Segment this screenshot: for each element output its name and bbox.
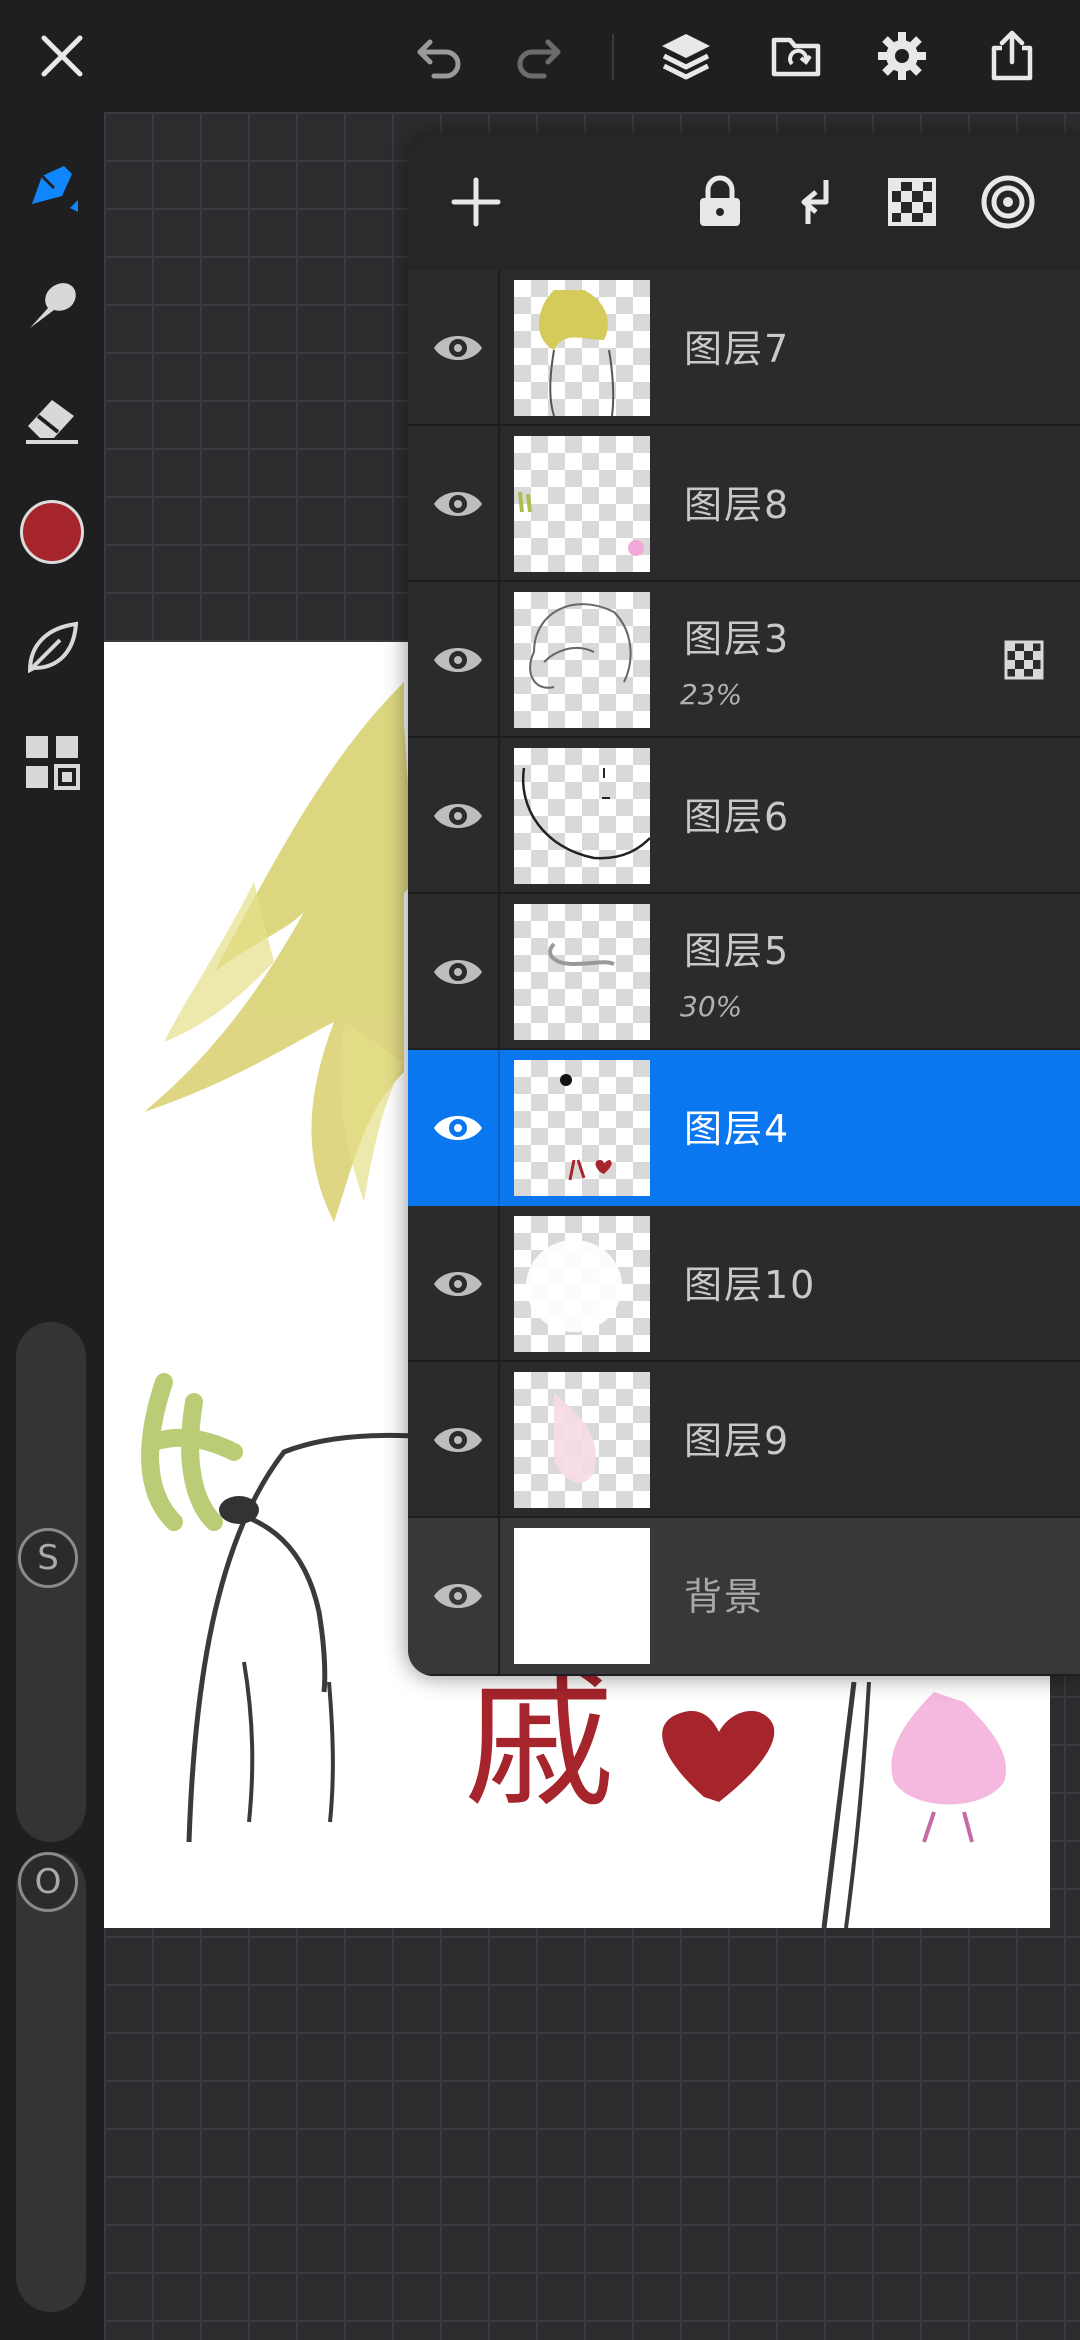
layer-name: 图层7 xyxy=(684,327,791,371)
row-divider xyxy=(498,894,500,1048)
layers-icon[interactable] xyxy=(652,22,720,90)
visibility-eye-icon[interactable] xyxy=(424,1250,492,1318)
layer-thumbnail xyxy=(514,592,650,728)
row-divider xyxy=(498,1362,500,1516)
layer-row-9[interactable]: 图层9 xyxy=(408,1362,1080,1518)
brush-size-slider[interactable]: S xyxy=(16,1322,86,1842)
layer-name: 图层8 xyxy=(684,483,791,527)
clipping-mask-icon[interactable] xyxy=(974,168,1042,236)
layer-name: 图层3 xyxy=(684,617,791,661)
smudge-icon[interactable] xyxy=(14,266,90,342)
layer-thumbnail xyxy=(514,1372,650,1508)
visibility-eye-icon[interactable] xyxy=(424,626,492,694)
layer-row-6[interactable]: 图层6 xyxy=(408,738,1080,894)
layer-opacity: 23% xyxy=(680,678,743,711)
layer-name: 图层4 xyxy=(684,1107,791,1151)
row-divider xyxy=(498,426,500,580)
layer-row-4-selected[interactable]: 图层4 xyxy=(408,1050,1080,1206)
layer-thumbnail xyxy=(514,1060,650,1196)
add-layer-icon[interactable] xyxy=(442,168,510,236)
sketch-character: 戚 xyxy=(464,1654,614,1828)
visibility-eye-icon[interactable] xyxy=(424,1406,492,1474)
toolbar-separator xyxy=(612,34,614,80)
layer-row-8[interactable]: 图层8 xyxy=(408,426,1080,582)
visibility-eye-icon[interactable] xyxy=(424,314,492,382)
opacity-slider-knob[interactable]: O xyxy=(18,1852,78,1912)
layer-row-3[interactable]: 图层3 23% xyxy=(408,582,1080,738)
left-toolbar: S O xyxy=(0,112,104,2340)
size-slider-knob[interactable]: S xyxy=(18,1528,78,1588)
import-icon[interactable] xyxy=(762,22,830,90)
eraser-icon[interactable] xyxy=(14,380,90,456)
share-icon[interactable] xyxy=(978,22,1046,90)
layer-opacity: 30% xyxy=(680,990,743,1023)
layer-thumbnail xyxy=(514,436,650,572)
layer-name: 图层5 xyxy=(684,929,791,973)
current-color-dot[interactable] xyxy=(20,500,84,564)
layer-thumbnail xyxy=(514,280,650,416)
brush-opacity-slider[interactable]: O xyxy=(16,1852,86,2312)
layer-name: 图层9 xyxy=(684,1419,791,1463)
row-divider xyxy=(498,1518,500,1674)
row-divider xyxy=(498,270,500,424)
layer-thumbnail xyxy=(514,1528,650,1664)
redo-icon[interactable] xyxy=(504,22,572,90)
merge-down-icon[interactable] xyxy=(782,168,850,236)
layer-name: 背景 xyxy=(684,1575,765,1619)
layer-row-5[interactable]: 图层5 30% xyxy=(408,894,1080,1050)
layer-thumbnail xyxy=(514,1216,650,1352)
layer-row-7[interactable]: 图层7 xyxy=(408,270,1080,426)
row-divider xyxy=(498,1206,500,1360)
visibility-eye-icon[interactable] xyxy=(424,1094,492,1162)
layer-name: 图层6 xyxy=(684,795,791,839)
visibility-eye-icon[interactable] xyxy=(424,782,492,850)
color-swatch[interactable] xyxy=(14,494,90,570)
row-divider xyxy=(498,738,500,892)
alpha-lock-icon[interactable] xyxy=(878,168,946,236)
visibility-eye-icon[interactable] xyxy=(424,470,492,538)
layer-name: 图层10 xyxy=(684,1263,817,1307)
row-divider xyxy=(498,582,500,736)
fill-leaf-icon[interactable] xyxy=(14,610,90,686)
top-toolbar xyxy=(0,0,1080,112)
layers-panel-header xyxy=(408,134,1080,272)
layer-row-10[interactable]: 图层10 xyxy=(408,1206,1080,1362)
settings-icon[interactable] xyxy=(868,22,936,90)
layer-thumbnail xyxy=(514,748,650,884)
visibility-eye-icon[interactable] xyxy=(424,1562,492,1630)
visibility-eye-icon[interactable] xyxy=(424,938,492,1006)
layer-thumbnail xyxy=(514,904,650,1040)
layer-row-background[interactable]: 背景 xyxy=(408,1518,1080,1676)
row-divider xyxy=(498,1050,500,1204)
brush-icon[interactable] xyxy=(14,148,90,224)
alpha-lock-badge-icon xyxy=(1004,640,1044,680)
quick-menu-icon[interactable] xyxy=(14,724,90,800)
close-icon[interactable] xyxy=(28,22,96,90)
lock-icon[interactable] xyxy=(686,168,754,236)
undo-icon[interactable] xyxy=(406,22,474,90)
layers-panel: 图层7 图层8 图层3 23% 图层6 图层5 30% 图层4 图层10 图层9… xyxy=(408,134,1080,1676)
